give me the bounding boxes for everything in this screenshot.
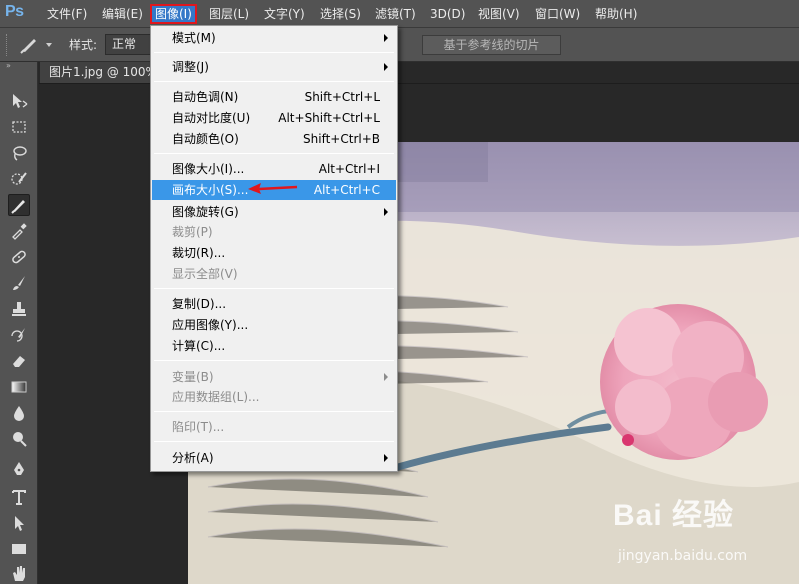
menu-separator xyxy=(154,153,394,154)
lasso-icon[interactable] xyxy=(8,142,30,164)
style-select[interactable]: 正常 xyxy=(105,34,151,55)
menu-separator xyxy=(154,81,394,82)
eyedropper-icon[interactable] xyxy=(8,220,30,242)
submenu-arrow-icon xyxy=(384,454,388,462)
menu-3d[interactable]: 3D(D) xyxy=(427,4,468,24)
menu-window[interactable]: 窗口(W) xyxy=(532,4,583,24)
submenu-arrow-icon xyxy=(384,373,388,381)
blur-icon[interactable] xyxy=(8,402,30,424)
options-bar: 样式: 正常 基于参考线的切片 xyxy=(0,28,799,62)
menu-separator xyxy=(154,288,394,289)
menu-separator xyxy=(154,441,394,442)
menu-item-calculations[interactable]: 计算(C)... xyxy=(152,336,396,356)
menu-item-trap: 陷印(T)... xyxy=(172,420,225,434)
path-select-icon[interactable] xyxy=(8,512,30,534)
pen-icon[interactable] xyxy=(8,458,30,480)
toolbox: » xyxy=(0,62,38,584)
menu-item-image-size[interactable]: 图像大小(I)... Alt+Ctrl+I xyxy=(152,159,396,179)
type-icon[interactable] xyxy=(8,486,30,508)
gradient-icon[interactable] xyxy=(8,376,30,398)
submenu-arrow-icon xyxy=(384,208,388,216)
menu-image[interactable]: 图像(I) xyxy=(150,4,197,24)
history-brush-icon[interactable] xyxy=(8,324,30,346)
menu-item-adjustments[interactable]: 调整(J) xyxy=(152,57,396,77)
menu-edit[interactable]: 编辑(E) xyxy=(99,4,146,24)
menu-item-analysis[interactable]: 分析(A) xyxy=(152,448,396,468)
menu-separator xyxy=(154,411,394,412)
menu-bar: Ps 文件(F) 编辑(E) 图像(I) 图层(L) 文字(Y) 选择(S) 滤… xyxy=(0,0,799,28)
menu-item-trim[interactable]: 裁切(R)... xyxy=(152,243,396,263)
style-label: 样式: xyxy=(69,38,98,52)
red-arrow-annotation-icon xyxy=(248,183,298,194)
clone-stamp-icon[interactable] xyxy=(8,298,30,320)
submenu-arrow-icon xyxy=(384,63,388,71)
document-tab[interactable]: 图片1.jpg @ 100% xyxy=(40,62,152,83)
menu-item-apply-image[interactable]: 应用图像(Y)... xyxy=(152,315,396,335)
slice-icon[interactable] xyxy=(8,194,30,216)
brush-icon[interactable] xyxy=(8,272,30,294)
rectangle-icon[interactable] xyxy=(8,538,30,560)
image-menu-dropdown: 模式(M) 调整(J) 自动色调(N) Shift+Ctrl+L 自动对比度(U)… xyxy=(150,25,398,472)
menu-item-duplicate[interactable]: 复制(D)... xyxy=(152,294,396,314)
options-bar-grip[interactable] xyxy=(6,34,9,56)
dodge-icon[interactable] xyxy=(8,428,30,450)
healing-brush-icon[interactable] xyxy=(8,246,30,268)
menu-select[interactable]: 选择(S) xyxy=(317,4,364,24)
menu-item-apply-data-set: 应用数据组(L)... xyxy=(172,390,260,404)
menu-layer[interactable]: 图层(L) xyxy=(206,4,252,24)
menu-separator xyxy=(154,52,394,53)
menu-item-reveal-all: 显示全部(V) xyxy=(172,267,238,281)
slice-tool-icon xyxy=(20,39,52,54)
hand-icon[interactable] xyxy=(8,562,30,584)
baidu-watermark-url: jingyan.baidu.com xyxy=(618,548,748,564)
marquee-icon[interactable] xyxy=(8,116,30,138)
menu-item-crop: 裁剪(P) xyxy=(172,225,213,239)
tool-preset-picker[interactable] xyxy=(18,35,56,55)
menu-item-auto-color[interactable]: 自动颜色(O) Shift+Ctrl+B xyxy=(152,129,396,149)
baidu-watermark: Bai 经验 xyxy=(613,499,735,532)
menu-item-mode[interactable]: 模式(M) xyxy=(152,28,396,48)
eraser-icon[interactable] xyxy=(8,350,30,372)
menu-file[interactable]: 文件(F) xyxy=(44,4,90,24)
menu-type[interactable]: 文字(Y) xyxy=(261,4,308,24)
menu-filter[interactable]: 滤镜(T) xyxy=(372,4,419,24)
menu-item-variables: 变量(B) xyxy=(152,367,396,387)
menu-item-image-rotation[interactable]: 图像旋转(G) xyxy=(152,202,396,222)
menu-item-auto-tone[interactable]: 自动色调(N) Shift+Ctrl+L xyxy=(152,87,396,107)
menu-help[interactable]: 帮助(H) xyxy=(592,4,640,24)
menu-view[interactable]: 视图(V) xyxy=(475,4,523,24)
collapse-toolbox-icon[interactable]: » xyxy=(6,62,11,70)
menu-item-auto-contrast[interactable]: 自动对比度(U) Alt+Shift+Ctrl+L xyxy=(152,108,396,128)
menu-separator xyxy=(154,360,394,361)
slices-from-guides-button[interactable]: 基于参考线的切片 xyxy=(422,35,561,55)
quick-select-icon[interactable] xyxy=(8,168,30,190)
move-icon[interactable] xyxy=(8,90,30,112)
photoshop-logo: Ps xyxy=(5,3,24,20)
submenu-arrow-icon xyxy=(384,34,388,42)
